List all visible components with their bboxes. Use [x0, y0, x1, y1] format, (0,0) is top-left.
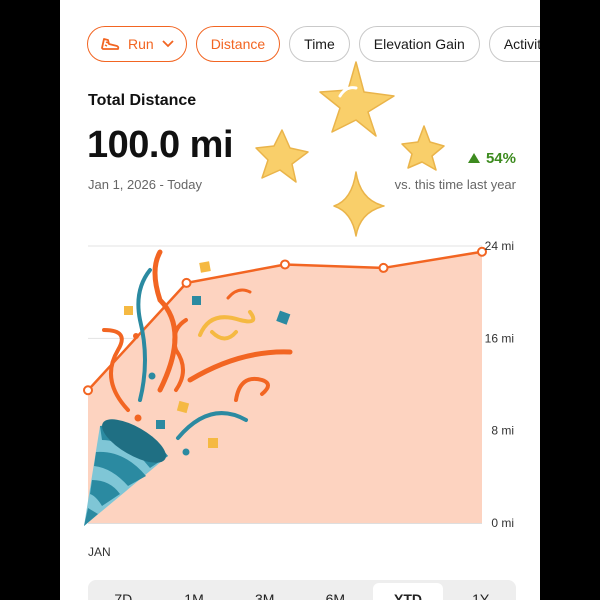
- x-tick-label: JAN: [88, 545, 111, 559]
- y-tick-label: 0 mi: [491, 516, 514, 530]
- y-tick-label: 8 mi: [491, 424, 514, 438]
- tab-elevation-gain[interactable]: Elevation Gain: [358, 26, 480, 62]
- time-range-selector: 7D 1M 3M 6M YTD 1Y: [88, 580, 516, 600]
- range-6m[interactable]: 6M: [300, 580, 371, 600]
- filter-chips: Run Distance Time Elevation Gain Activit: [87, 26, 540, 64]
- change-badge: 54%: [467, 150, 516, 167]
- app-screen: Run Distance Time Elevation Gain Activit…: [60, 0, 540, 600]
- y-tick-label: 16 mi: [485, 331, 514, 345]
- sport-label: Run: [128, 36, 154, 52]
- triangle-up-icon: [467, 150, 480, 167]
- range-ytd[interactable]: YTD: [372, 583, 444, 600]
- range-1m[interactable]: 1M: [159, 580, 230, 600]
- tab-time[interactable]: Time: [289, 26, 350, 62]
- metric-title: Total Distance: [88, 92, 197, 109]
- data-point[interactable]: [181, 277, 192, 288]
- range-7d[interactable]: 7D: [88, 580, 159, 600]
- change-value: 54%: [485, 150, 516, 167]
- sport-dropdown[interactable]: Run: [87, 26, 187, 62]
- distance-chart: 0 mi 8 mi 16 mi 24 mi JAN: [83, 239, 514, 559]
- shoe-icon: [100, 36, 120, 52]
- y-tick-label: 24 mi: [485, 239, 514, 253]
- total-value: 100.0 mi: [87, 124, 234, 166]
- range-3m[interactable]: 3M: [229, 580, 300, 600]
- range-1y[interactable]: 1Y: [445, 580, 516, 600]
- area-fill: [88, 251, 482, 524]
- data-point[interactable]: [83, 385, 93, 396]
- tab-distance[interactable]: Distance: [195, 26, 281, 62]
- chevron-down-icon: [162, 40, 174, 48]
- date-range: Jan 1, 2026 - Today: [88, 177, 202, 192]
- tab-activities[interactable]: Activit: [488, 26, 540, 62]
- data-point[interactable]: [280, 259, 290, 270]
- change-caption: vs. this time last year: [394, 177, 516, 192]
- data-point[interactable]: [378, 262, 389, 273]
